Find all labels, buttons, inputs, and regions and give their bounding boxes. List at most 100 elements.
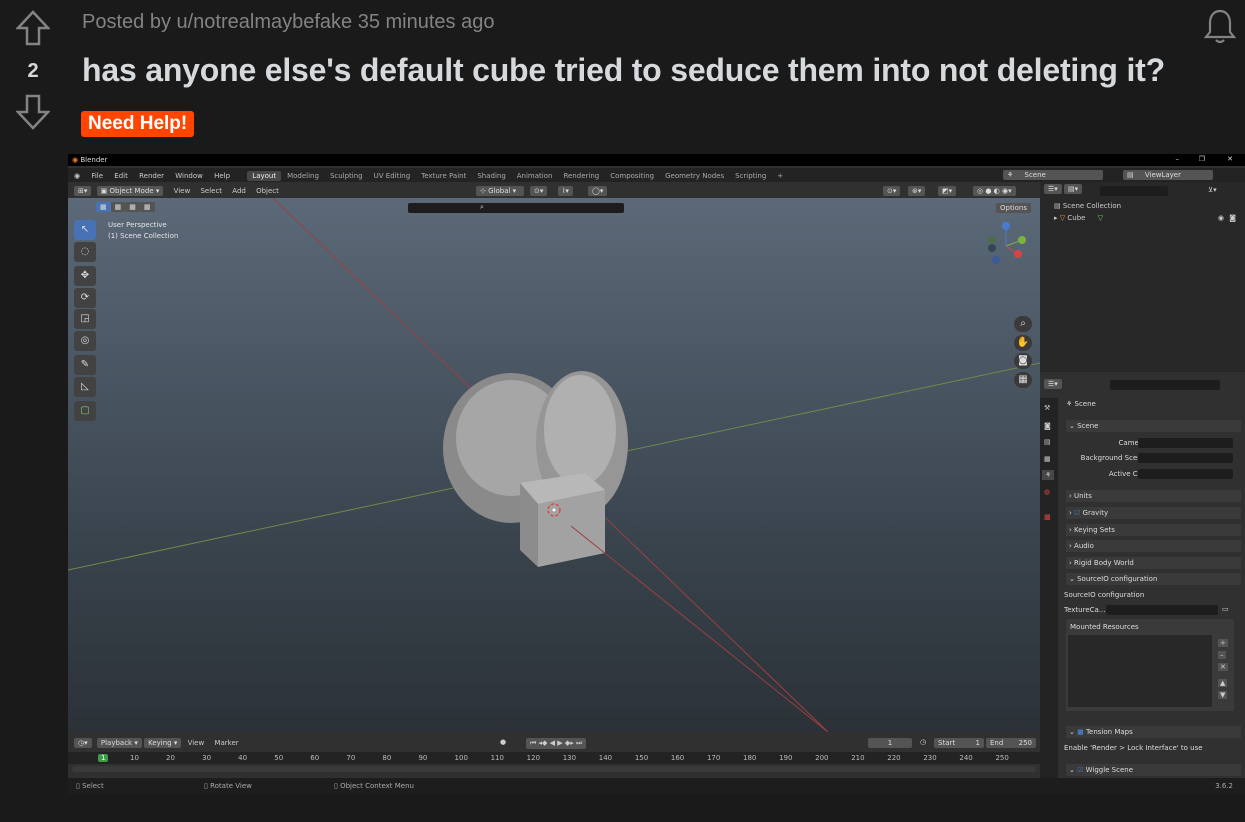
- preview-range-icon[interactable]: ◷: [920, 738, 926, 746]
- scene-selector[interactable]: ⚘ Scene: [1003, 170, 1103, 180]
- pivot-button[interactable]: ⊙▾: [530, 186, 548, 196]
- xray-button[interactable]: ◩▾: [938, 186, 957, 196]
- scene-section[interactable]: ⌄ Scene: [1066, 420, 1241, 432]
- editor-type-button[interactable]: ⊞▾: [74, 186, 92, 196]
- timeline-scrub-area[interactable]: [72, 766, 1036, 772]
- 3d-viewport[interactable]: User Perspective (1) Scene Collection ▦ ▦…: [68, 198, 1040, 732]
- outliner-row-collection[interactable]: ▤ Scene Collection: [1054, 202, 1121, 210]
- record-button[interactable]: ●: [500, 738, 506, 746]
- select-menu[interactable]: Select: [200, 187, 222, 195]
- maximize-icon[interactable]: ❐: [1199, 155, 1205, 163]
- gizmo-button[interactable]: ⊙▾: [883, 186, 901, 196]
- shading-buttons[interactable]: ◎ ● ◐ ◉▾: [973, 186, 1016, 196]
- active-clip-field[interactable]: [1138, 469, 1233, 479]
- menu-file[interactable]: File: [91, 172, 103, 180]
- current-frame-field[interactable]: 1: [868, 738, 912, 748]
- outliner-filter-icon[interactable]: ⊻▾: [1208, 186, 1217, 194]
- playback-controls[interactable]: ⏮ ◂◆ ◀ ▶ ◆▸ ⏭: [526, 738, 587, 749]
- tab-render-icon[interactable]: ◙: [1044, 422, 1051, 430]
- post-flair[interactable]: Need Help!: [81, 111, 195, 137]
- tool-move[interactable]: ✥: [74, 266, 96, 286]
- panel-sourceio[interactable]: ⌄ SourceIO configuration: [1066, 573, 1241, 585]
- panel-audio[interactable]: › Audio: [1066, 540, 1241, 552]
- minimize-icon[interactable]: –: [1176, 155, 1180, 163]
- tab-tool-icon[interactable]: ⚒: [1044, 404, 1050, 412]
- list-up-icon[interactable]: ▲: [1218, 679, 1228, 687]
- panel-units[interactable]: › Units: [1066, 490, 1241, 502]
- notification-button[interactable]: [1203, 8, 1237, 49]
- tab-viewlayer-icon[interactable]: ▦: [1044, 455, 1051, 463]
- outliner-editor-button[interactable]: ☰▾: [1044, 184, 1062, 194]
- bg-scene-field[interactable]: [1138, 453, 1233, 463]
- tab-animation[interactable]: Animation: [512, 171, 558, 181]
- close-icon[interactable]: ✕: [1227, 155, 1233, 163]
- tab-scene-icon[interactable]: ⚘: [1042, 470, 1055, 480]
- tool-add-cube[interactable]: ▢: [74, 401, 96, 421]
- mode-selector[interactable]: ▣ Object Mode ▾: [96, 186, 164, 196]
- tool-scale[interactable]: ◲: [74, 309, 96, 329]
- tool-measure[interactable]: ◺: [74, 377, 96, 397]
- tab-modeling[interactable]: Modeling: [282, 171, 324, 181]
- menu-render[interactable]: Render: [139, 172, 164, 180]
- list-clear-icon[interactable]: ✕: [1218, 663, 1228, 671]
- tab-sculpting[interactable]: Sculpting: [325, 171, 368, 181]
- folder-icon[interactable]: ▭: [1222, 605, 1229, 613]
- add-menu[interactable]: Add: [232, 187, 246, 195]
- properties-search[interactable]: [1110, 380, 1220, 390]
- timeline-editor-button[interactable]: ◷▾: [74, 738, 92, 748]
- tool-select[interactable]: ↖: [74, 220, 96, 240]
- tab-scripting[interactable]: Scripting: [730, 171, 771, 181]
- list-remove-icon[interactable]: –: [1218, 651, 1226, 659]
- camera-field[interactable]: [1138, 438, 1233, 448]
- tool-transform[interactable]: ◎: [74, 331, 96, 351]
- select-mode-buttons[interactable]: ▦ ▦ ▦ ▦: [96, 202, 155, 212]
- view-menu[interactable]: View: [174, 187, 191, 195]
- keying-menu[interactable]: Keying ▾: [144, 738, 182, 748]
- panel-wiggle-scene[interactable]: ⌄ ☑ Wiggle Scene: [1066, 764, 1241, 776]
- tab-layout[interactable]: Layout: [247, 171, 282, 181]
- post-title[interactable]: has anyone else's default cube tried to …: [82, 52, 1165, 89]
- tab-texture-icon[interactable]: ▩: [1044, 513, 1051, 521]
- tab-uv-editing[interactable]: UV Editing: [369, 171, 416, 181]
- timeline-view-menu[interactable]: View: [188, 739, 205, 747]
- options-button[interactable]: Options: [996, 203, 1032, 213]
- tension-checkbox-icon[interactable]: ■: [1077, 728, 1084, 736]
- gravity-checkbox-icon[interactable]: ☑: [1074, 509, 1080, 517]
- timeline-ruler[interactable]: 1 10 20 30 40 50 60 70 80 90 100 110 120 130 140 150 160…: [68, 752, 1040, 764]
- overlay-button[interactable]: ⊛▾: [908, 186, 926, 196]
- panel-tension-maps[interactable]: ⌄ ■ Tension Maps: [1066, 726, 1241, 738]
- tab-output-icon[interactable]: ▤: [1044, 438, 1051, 446]
- tab-texture-paint[interactable]: Texture Paint: [416, 171, 471, 181]
- properties-editor-button[interactable]: ☰▾: [1044, 379, 1062, 389]
- marker-menu[interactable]: Marker: [214, 739, 238, 747]
- render-camera-icon[interactable]: ◙: [1229, 214, 1236, 222]
- viewport-search[interactable]: ⌕: [408, 203, 624, 213]
- start-frame-field[interactable]: Start 1: [934, 738, 984, 748]
- list-add-icon[interactable]: +: [1218, 639, 1228, 647]
- downvote-button[interactable]: [15, 94, 51, 135]
- outliner-display-button[interactable]: ▤▾: [1064, 184, 1083, 194]
- visibility-icon[interactable]: ◉: [1218, 214, 1224, 222]
- menu-help[interactable]: Help: [214, 172, 230, 180]
- mounted-resources-list[interactable]: [1068, 635, 1212, 707]
- tab-rendering[interactable]: Rendering: [558, 171, 604, 181]
- tab-geometry-nodes[interactable]: Geometry Nodes: [660, 171, 729, 181]
- panel-rigid-body[interactable]: › Rigid Body World: [1066, 557, 1241, 569]
- upvote-button[interactable]: [15, 10, 51, 51]
- pan-button[interactable]: ✋: [1014, 335, 1032, 351]
- zoom-button[interactable]: ⌕: [1014, 316, 1032, 332]
- wiggle-checkbox-icon[interactable]: ☑: [1077, 766, 1083, 774]
- panel-keying-sets[interactable]: › Keying Sets: [1066, 524, 1241, 536]
- end-frame-field[interactable]: End 250: [986, 738, 1036, 748]
- tab-shading[interactable]: Shading: [472, 171, 510, 181]
- texture-cache-field[interactable]: [1106, 605, 1218, 615]
- menu-window[interactable]: Window: [175, 172, 203, 180]
- proportional-button[interactable]: ◯▾: [588, 186, 608, 196]
- tool-annotate[interactable]: ✎: [74, 355, 96, 375]
- tab-world-icon[interactable]: ◍: [1044, 488, 1050, 496]
- snap-button[interactable]: ⌇▾: [558, 186, 573, 196]
- tool-cursor[interactable]: ◌: [74, 242, 96, 262]
- list-down-icon[interactable]: ▼: [1218, 691, 1228, 699]
- blender-menu-icon[interactable]: ◉: [74, 172, 80, 180]
- viewlayer-selector[interactable]: ▤ ViewLayer: [1123, 170, 1213, 180]
